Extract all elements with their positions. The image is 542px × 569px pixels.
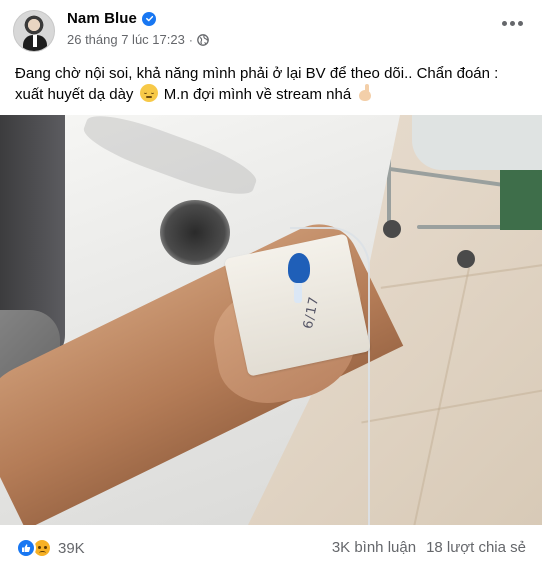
author-row: Nam Blue	[67, 10, 156, 27]
iv-cannula	[288, 253, 310, 283]
post-header: Nam Blue 26 tháng 7 lúc 17:23 ·	[0, 0, 542, 58]
more-options-icon[interactable]	[502, 18, 524, 28]
meta-separator: ·	[188, 32, 193, 47]
reaction-count[interactable]: 39K	[58, 540, 85, 557]
verified-badge-icon	[142, 11, 156, 26]
ok-hand-emoji	[357, 84, 373, 102]
reactions-summary[interactable]: 39K	[16, 538, 85, 558]
comments-count[interactable]: 3K bình luận	[332, 539, 416, 556]
post-meta: 26 tháng 7 lúc 17:23 ·	[67, 32, 209, 47]
post-footer: 39K 3K bình luận 18 lượt chia sẻ	[0, 525, 542, 569]
globe-icon[interactable]	[196, 33, 209, 46]
shares-count[interactable]: 18 lượt chia sẻ	[426, 539, 526, 556]
author-avatar[interactable]	[13, 10, 55, 52]
post-text-part2: M.n đợi mình về stream nhá	[163, 86, 352, 103]
pensive-face-emoji	[139, 84, 158, 102]
like-icon	[16, 538, 36, 558]
post-stats: 3K bình luận 18 lượt chia sẻ	[332, 539, 526, 556]
author-name[interactable]: Nam Blue	[67, 10, 137, 27]
post-text: Đang chờ nội soi, khả năng mình phải ở l…	[15, 63, 530, 105]
post-photo[interactable]: 6/17	[0, 115, 542, 525]
post-timestamp[interactable]: 26 tháng 7 lúc 17:23	[67, 32, 185, 47]
